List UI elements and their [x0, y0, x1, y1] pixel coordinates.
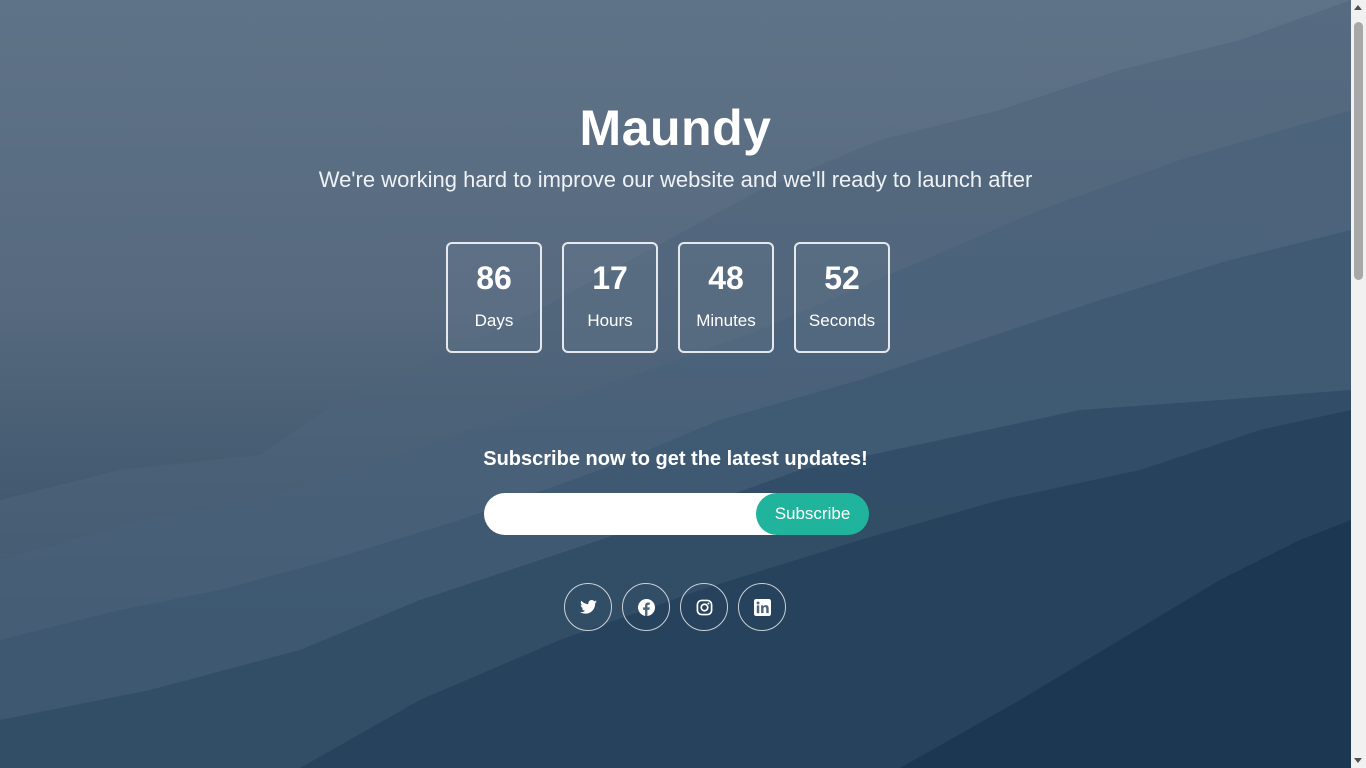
countdown-hours: 17 Hours [562, 242, 658, 353]
twitter-link[interactable] [564, 583, 612, 631]
coming-soon-section: Maundy We're working hard to improve our… [0, 0, 1351, 768]
countdown-timer: 86 Days 17 Hours 48 Minutes 52 Seconds [446, 242, 890, 353]
countdown-days: 86 Days [446, 242, 542, 353]
tagline: We're working hard to improve our websit… [318, 167, 1033, 192]
countdown-hours-label: Hours [587, 311, 633, 330]
countdown-minutes-label: Minutes [696, 311, 756, 330]
subscribe-heading: Subscribe now to get the latest updates! [483, 448, 868, 470]
twitter-icon [579, 600, 597, 614]
facebook-link[interactable] [622, 583, 670, 631]
linkedin-icon [753, 598, 771, 616]
scroll-down-arrow-icon[interactable] [1354, 758, 1362, 763]
site-title: Maundy [579, 100, 772, 156]
linkedin-link[interactable] [738, 583, 786, 631]
page-scrollbar[interactable] [1351, 0, 1366, 768]
scroll-thumb[interactable] [1354, 22, 1363, 280]
countdown-seconds-value: 52 [824, 260, 860, 296]
subscribe-form: Subscribe [484, 493, 869, 535]
scroll-up-arrow-icon[interactable] [1354, 5, 1362, 10]
email-input[interactable] [484, 493, 784, 535]
countdown-hours-value: 17 [592, 260, 628, 296]
social-links [564, 583, 786, 631]
countdown-days-value: 86 [476, 260, 512, 296]
countdown-minutes-value: 48 [708, 260, 744, 296]
countdown-days-label: Days [474, 311, 514, 330]
facebook-icon [637, 598, 655, 616]
instagram-link[interactable] [680, 583, 728, 631]
countdown-seconds-label: Seconds [808, 311, 876, 330]
instagram-icon [696, 599, 712, 615]
countdown-minutes: 48 Minutes [678, 242, 774, 353]
countdown-seconds: 52 Seconds [794, 242, 890, 353]
subscribe-button[interactable]: Subscribe [756, 493, 869, 535]
